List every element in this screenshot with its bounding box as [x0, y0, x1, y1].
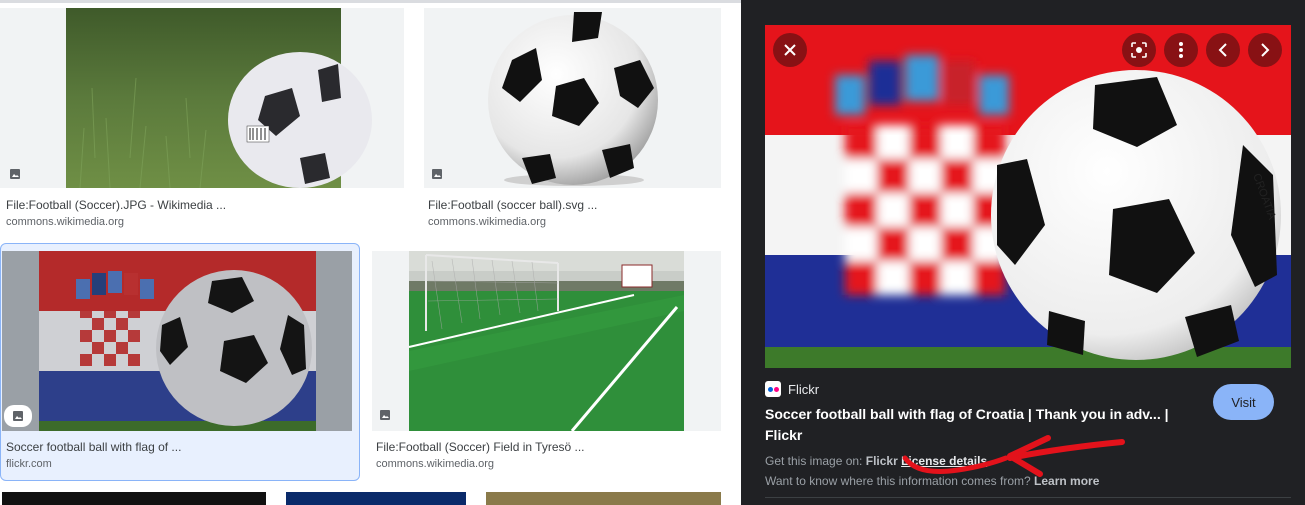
result-title[interactable]: Soccer football ball with flag of ...: [6, 440, 181, 454]
image-icon: [426, 164, 448, 184]
close-button[interactable]: [773, 33, 807, 67]
lens-icon: [1131, 42, 1147, 58]
result-title[interactable]: File:Football (soccer ball).svg ...: [428, 198, 597, 212]
get-image-source[interactable]: Flickr: [866, 454, 898, 468]
lens-button[interactable]: [1122, 33, 1156, 67]
result-thumbnail[interactable]: [2, 251, 352, 431]
result-card-4[interactable]: File:Football (Soccer) Field in Tyresö .…: [372, 251, 721, 476]
result-card-6[interactable]: [286, 492, 466, 505]
preview-panel: CROATIA Flickr Soccer football ball with…: [741, 0, 1305, 505]
result-card-1[interactable]: File:Football (Soccer).JPG - Wikimedia .…: [0, 8, 404, 233]
image-icon: [374, 405, 396, 425]
result-title[interactable]: File:Football (Soccer) Field in Tyresö .…: [376, 440, 585, 454]
result-thumbnail[interactable]: [0, 8, 404, 188]
result-card-2[interactable]: File:Football (soccer ball).svg ... comm…: [424, 8, 721, 233]
flickr-logo-icon: [765, 381, 781, 397]
result-source: commons.wikimedia.org: [376, 458, 494, 470]
result-card-3[interactable]: Soccer football ball with flag of ... fl…: [2, 251, 356, 476]
result-thumbnail[interactable]: [424, 8, 721, 188]
more-options-button[interactable]: [1164, 33, 1198, 67]
get-image-label: Get this image on:: [765, 454, 863, 468]
get-image-line: Get this image on: Flickr License detail…: [765, 454, 987, 468]
result-source: commons.wikimedia.org: [6, 216, 124, 228]
result-card-5[interactable]: [2, 492, 266, 505]
result-card-7[interactable]: [486, 492, 721, 505]
close-icon: [784, 44, 796, 56]
more-vert-icon: [1179, 42, 1183, 58]
next-button[interactable]: [1248, 33, 1282, 67]
source-name[interactable]: Flickr: [788, 382, 819, 397]
result-title[interactable]: File:Football (Soccer).JPG - Wikimedia .…: [6, 198, 226, 212]
result-source: commons.wikimedia.org: [428, 216, 546, 228]
panel-divider: [765, 497, 1291, 498]
source-row[interactable]: Flickr: [765, 381, 819, 397]
prev-button[interactable]: [1206, 33, 1240, 67]
visit-button[interactable]: Visit: [1213, 384, 1274, 420]
result-title-link[interactable]: Soccer football ball with flag of Croati…: [765, 404, 1175, 446]
result-source: flickr.com: [6, 458, 52, 470]
info-question: Want to know where this information come…: [765, 474, 1031, 488]
preview-image[interactable]: CROATIA: [765, 25, 1291, 368]
license-details-link[interactable]: License details: [901, 454, 987, 468]
image-search-page: File:Football (Soccer).JPG - Wikimedia .…: [0, 0, 1305, 505]
image-icon: [4, 164, 26, 184]
learn-more-link[interactable]: Learn more: [1034, 474, 1099, 488]
chevron-left-icon: [1218, 43, 1227, 57]
image-icon: [4, 405, 32, 427]
info-question-line: Want to know where this information come…: [765, 474, 1099, 488]
top-divider: [0, 0, 741, 3]
result-thumbnail[interactable]: [372, 251, 721, 431]
chevron-right-icon: [1261, 43, 1270, 57]
